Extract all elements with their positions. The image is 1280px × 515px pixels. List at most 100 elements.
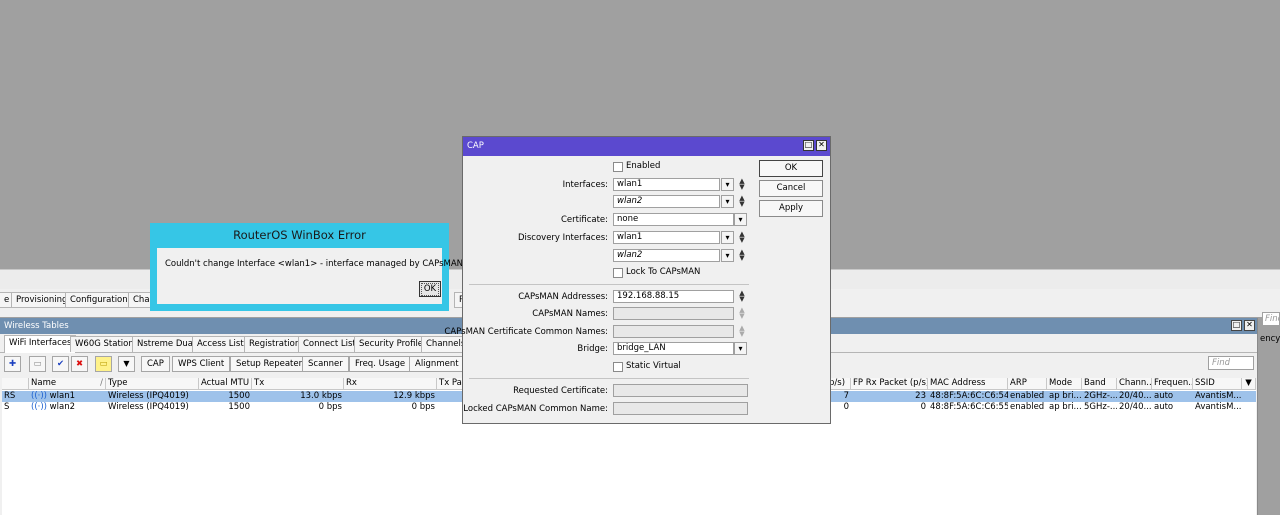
row-channel-width: 20/40...	[1119, 391, 1152, 401]
add-icon[interactable]: ✚	[4, 356, 21, 372]
main-column-fragment: ency	[1260, 334, 1280, 344]
capsman-addresses-field[interactable]: 192.168.88.15	[613, 290, 734, 303]
row-mtu: 1500	[228, 402, 250, 412]
cap-dialog-titlebar[interactable]: CAP □ ✕	[463, 137, 830, 156]
main-tab-provisioning[interactable]: Provisioning	[11, 292, 73, 308]
tab-connect-list[interactable]: Connect List	[298, 336, 361, 352]
comment-icon[interactable]: ▭	[95, 356, 112, 372]
capsman-cert-names-label: CAPsMAN Certificate Common Names:	[444, 327, 608, 337]
col-flags[interactable]	[2, 378, 29, 390]
capsman-cert-names-field[interactable]	[613, 325, 734, 338]
wps-client-button[interactable]: WPS Client	[172, 356, 231, 372]
row-arp: enabled	[1010, 402, 1045, 412]
chevron-down-icon[interactable]: ▾	[721, 195, 734, 208]
col-band[interactable]: Band	[1082, 378, 1117, 390]
up-down-icon[interactable]: ▲ ▼	[737, 325, 747, 338]
col-mode[interactable]: Mode	[1047, 378, 1082, 390]
error-dialog-title[interactable]: RouterOS WinBox Error	[150, 223, 449, 247]
row-channel-width: 20/40...	[1119, 402, 1152, 412]
col-actual-mtu[interactable]: Actual MTU	[199, 378, 252, 390]
col-ssid[interactable]: SSID	[1193, 378, 1242, 390]
col-frequency[interactable]: Frequen...	[1152, 378, 1193, 390]
up-down-icon[interactable]: ▲ ▼	[737, 195, 747, 208]
close-icon[interactable]: ✕	[1244, 320, 1255, 331]
enabled-checkbox[interactable]	[613, 162, 623, 172]
setup-repeater-button[interactable]: Setup Repeater	[230, 356, 309, 372]
chevron-down-icon[interactable]: ▾	[734, 342, 747, 355]
alignment-button[interactable]: Alignment	[409, 356, 465, 372]
bridge-field[interactable]: bridge_LAN	[613, 342, 734, 355]
scanner-button[interactable]: Scanner	[302, 356, 349, 372]
capsman-names-field[interactable]	[613, 307, 734, 320]
divider	[469, 284, 749, 285]
filter-icon[interactable]: ▼	[118, 356, 135, 372]
freq-usage-button[interactable]: Freq. Usage	[349, 356, 412, 372]
up-down-icon[interactable]: ▲ ▼	[737, 290, 747, 303]
ok-button[interactable]: OK	[759, 160, 823, 177]
row-mode: ap bri...	[1049, 402, 1082, 412]
apply-button[interactable]: Apply	[759, 200, 823, 217]
disable-icon[interactable]: ✖	[71, 356, 88, 372]
col-rx[interactable]: Rx	[344, 378, 437, 390]
discovery-interfaces-label: Discovery Interfaces:	[517, 233, 608, 243]
up-down-icon[interactable]: ▲ ▼	[737, 231, 747, 244]
col-fp-rx-packet[interactable]: FP Rx Packet (p/s)	[851, 378, 928, 390]
wireless-tables-title: Wireless Tables	[4, 321, 69, 331]
main-find-input[interactable]: Find	[1262, 312, 1280, 326]
col-name[interactable]: Name /	[29, 378, 106, 390]
row-type: Wireless (IPQ4019)	[108, 402, 189, 412]
up-down-icon[interactable]: ▲ ▼	[737, 249, 747, 262]
col-type[interactable]: Type	[106, 378, 199, 390]
cancel-button[interactable]: Cancel	[759, 180, 823, 197]
certificate-label: Certificate:	[560, 215, 608, 225]
up-down-icon[interactable]: ▲ ▼	[737, 178, 747, 191]
col-tx-packet[interactable]: Tx Pac	[437, 378, 463, 390]
remove-icon[interactable]: ▭	[29, 356, 46, 372]
row-frequency: auto	[1154, 402, 1174, 412]
locked-capsman-name-label: Locked CAPsMAN Common Name:	[463, 404, 608, 414]
divider	[469, 378, 749, 379]
wireless-icon: ((·))	[31, 402, 47, 412]
tab-access-list[interactable]: Access List	[192, 336, 249, 352]
close-icon[interactable]: ✕	[816, 140, 827, 151]
tab-registration[interactable]: Registration	[244, 336, 306, 352]
find-input[interactable]: Find	[1208, 356, 1254, 370]
chevron-down-icon[interactable]: ▾	[721, 178, 734, 191]
lock-to-capsman-checkbox[interactable]	[613, 268, 623, 278]
cap-dialog-title: CAP	[467, 141, 484, 151]
static-virtual-checkbox[interactable]	[613, 362, 623, 372]
row-tx: 13.0 kbps	[300, 391, 342, 401]
restore-icon[interactable]: □	[803, 140, 814, 151]
columns-menu-icon[interactable]: ▼	[1242, 378, 1256, 390]
tab-nstreme-dual[interactable]: Nstreme Dual	[132, 336, 201, 352]
tab-wifi-interfaces[interactable]: WiFi Interfaces	[4, 335, 77, 353]
col-mac-address[interactable]: MAC Address	[928, 378, 1008, 390]
error-ok-button[interactable]: OK	[419, 281, 441, 297]
discovery-field-2[interactable]: wlan2	[613, 249, 720, 262]
row-name: ((·)) wlan1	[31, 391, 75, 401]
row-band: 5GHz-...	[1084, 402, 1117, 412]
chevron-down-icon[interactable]: ▾	[721, 231, 734, 244]
row-rx: 12.9 kbps	[393, 391, 435, 401]
col-arp[interactable]: ARP	[1008, 378, 1047, 390]
col-channel-width[interactable]: Chann...	[1117, 378, 1152, 390]
tab-w60g-station[interactable]: W60G Station	[70, 336, 139, 352]
row-flags: S	[4, 402, 10, 412]
chevron-down-icon[interactable]: ▾	[721, 249, 734, 262]
cap-button[interactable]: CAP	[141, 356, 170, 372]
discovery-field-1[interactable]: wlan1	[613, 231, 720, 244]
col-tx[interactable]: Tx	[252, 378, 344, 390]
restore-icon[interactable]: □	[1231, 320, 1242, 331]
interfaces-field-1[interactable]: wlan1	[613, 178, 720, 191]
interfaces-field-2[interactable]: wlan2	[613, 195, 720, 208]
row-flags: RS	[4, 391, 16, 401]
row-mtu: 1500	[228, 391, 250, 401]
row-arp: enabled	[1010, 391, 1045, 401]
enable-icon[interactable]: ✔	[52, 356, 69, 372]
main-tab-configurations[interactable]: Configurations	[65, 292, 138, 308]
certificate-field[interactable]: none	[613, 213, 734, 226]
tab-channels[interactable]: Channels	[421, 336, 463, 352]
row-type: Wireless (IPQ4019)	[108, 391, 189, 401]
chevron-down-icon[interactable]: ▾	[734, 213, 747, 226]
up-down-icon[interactable]: ▲ ▼	[737, 307, 747, 320]
